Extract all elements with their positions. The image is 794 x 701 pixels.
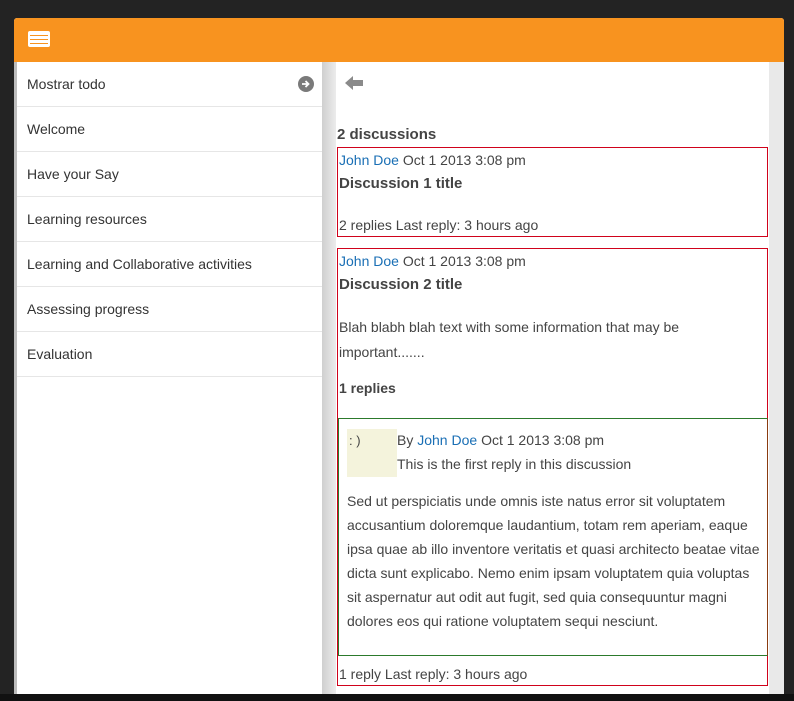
- scroll-gutter: [769, 62, 784, 701]
- discussion-body: Blah blabh blah text with some informati…: [339, 319, 680, 360]
- menu-icon[interactable]: [28, 31, 50, 47]
- sidebar-item-label: Welcome: [27, 121, 86, 137]
- author-link[interactable]: John Doe: [339, 253, 399, 269]
- sidebar-item-have-your-say[interactable]: Have your Say: [17, 152, 322, 197]
- replies-count: 1 replies: [339, 380, 396, 396]
- panel-divider: [322, 62, 336, 701]
- discussion-meta: John Doe Oct 1 2013 3:08 pm: [339, 253, 526, 269]
- arrow-right-circle-icon[interactable]: [298, 76, 314, 92]
- reply-meta: By John Doe Oct 1 2013 3:08 pm: [397, 432, 604, 448]
- post-date: Oct 1 2013 3:08 pm: [481, 432, 605, 448]
- discussion-card[interactable]: John Doe Oct 1 2013 3:08 pm Discussion 1…: [337, 147, 768, 237]
- sidebar-item-label: Mostrar todo: [27, 76, 106, 92]
- sidebar-item-assessing-progress[interactable]: Assessing progress: [17, 287, 322, 332]
- discussion-card[interactable]: John Doe Oct 1 2013 3:08 pm Discussion 2…: [337, 248, 768, 686]
- sidebar-item-label: Learning resources: [27, 211, 147, 227]
- sidebar: Mostrar todo Welcome Have your Say Learn…: [14, 62, 322, 701]
- top-bar: [14, 18, 784, 62]
- reply-subtitle: This is the first reply in this discussi…: [397, 456, 632, 472]
- back-arrow-icon[interactable]: [345, 76, 363, 95]
- discussion-title[interactable]: Discussion 2 title: [339, 276, 462, 293]
- sidebar-item-mostrar-todo[interactable]: Mostrar todo: [17, 62, 322, 107]
- discussion-panel: 2 discussions John Doe Oct 1 2013 3:08 p…: [336, 62, 769, 701]
- author-link[interactable]: John Doe: [339, 152, 399, 168]
- author-link[interactable]: John Doe: [417, 432, 477, 448]
- post-date: Oct 1 2013 3:08 pm: [402, 152, 526, 168]
- reply-body: Sed ut perspiciatis unde omnis iste natu…: [347, 493, 760, 629]
- sidebar-item-label: Have your Say: [27, 166, 119, 182]
- sidebar-item-learning-resources[interactable]: Learning resources: [17, 197, 322, 242]
- reply-card: : ) By John Doe Oct 1 2013 3:08 pm This …: [338, 418, 768, 656]
- window-bottom-edge: [0, 694, 794, 701]
- sidebar-item-label: Learning and Collaborative activities: [27, 256, 252, 272]
- discussion-meta: John Doe Oct 1 2013 3:08 pm: [339, 152, 526, 168]
- reply-by-label: By: [397, 432, 414, 448]
- post-date: Oct 1 2013 3:08 pm: [402, 253, 526, 269]
- sidebar-item-collaborative-activities[interactable]: Learning and Collaborative activities: [17, 242, 322, 287]
- discussions-count: 2 discussions: [337, 126, 437, 143]
- sidebar-item-label: Evaluation: [27, 346, 93, 362]
- discussion-footer: 2 replies Last reply: 3 hours ago: [339, 217, 539, 233]
- app-window: Mostrar todo Welcome Have your Say Learn…: [14, 18, 784, 701]
- avatar: : ): [347, 429, 397, 477]
- discussion-title[interactable]: Discussion 1 title: [339, 175, 462, 192]
- sidebar-item-label: Assessing progress: [27, 301, 150, 317]
- sidebar-item-evaluation[interactable]: Evaluation: [17, 332, 322, 377]
- sidebar-item-welcome[interactable]: Welcome: [17, 107, 322, 152]
- discussion-footer: 1 reply Last reply: 3 hours ago: [339, 666, 528, 682]
